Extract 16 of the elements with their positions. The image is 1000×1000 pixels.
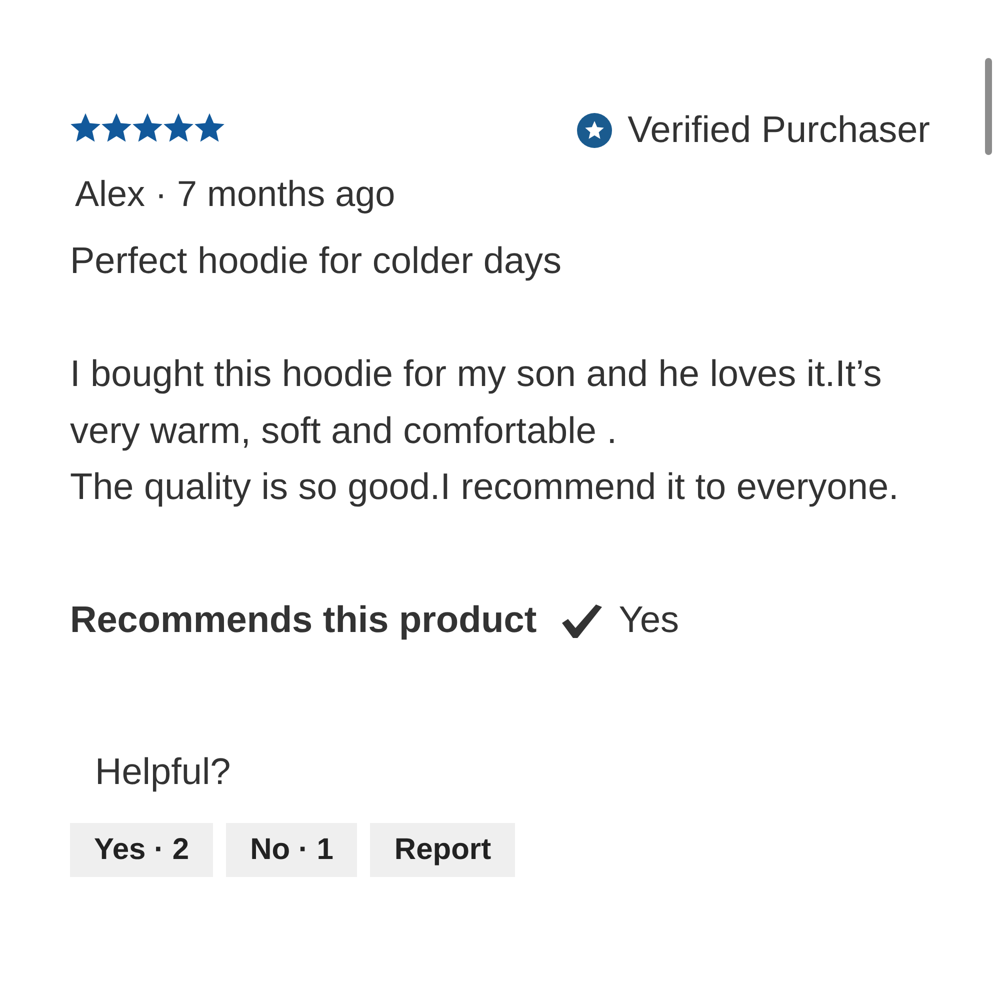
feedback-button[interactable]: Yes · 2 [70,822,214,876]
star-icon [194,112,225,142]
star-icon [163,112,194,142]
review-text: I bought this hoodie for my son and he loves it.It’s very warm, soft and comfortable . The quality is so good.I recommend it to everyone. [70,352,899,509]
verified-label: Verified Purchaser [628,108,930,152]
scrollbar[interactable] [985,58,992,155]
star-icon [70,112,101,142]
helpful-label: Helpful? [95,750,231,794]
feedback-button[interactable]: Report [370,822,516,876]
review-title: Perfect hoodie for colder days [70,239,562,283]
recommend-answer: Yes [618,598,680,642]
review-byline: Alex · 7 months ago [75,172,396,216]
recommend-label: Recommends this product [70,598,537,642]
star-icon [101,112,132,142]
feedback-button[interactable]: No · 1 [226,822,358,876]
star-icon [132,112,163,142]
